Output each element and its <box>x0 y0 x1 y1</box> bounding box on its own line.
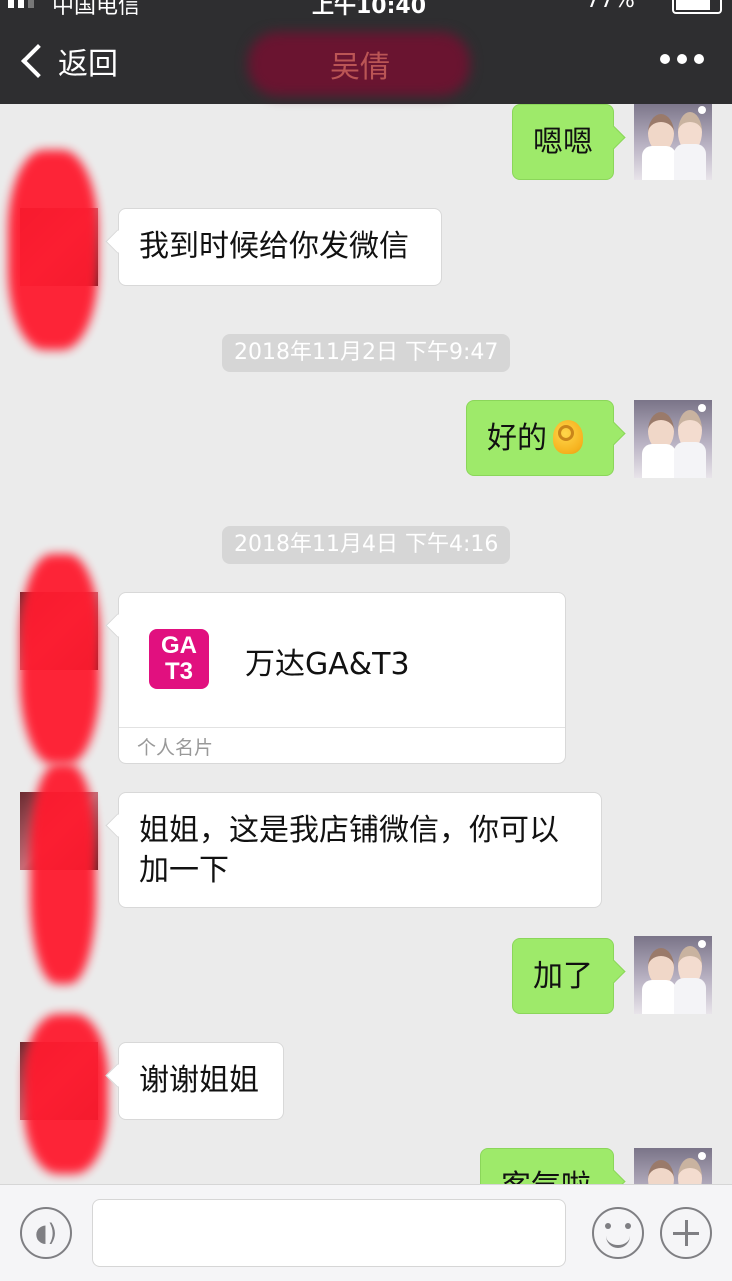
signal-icon <box>8 0 34 8</box>
message-text: 好的 <box>487 421 547 456</box>
ok-hand-emoji-icon <box>553 420 583 454</box>
divider <box>119 727 565 728</box>
card-logo: GA T3 <box>149 629 209 689</box>
emoji-button[interactable] <box>592 1207 644 1259</box>
contact-card-message[interactable]: GA T3 万达GA&T3 个人名片 <box>118 592 566 764</box>
message-text: 客气啦 <box>501 1169 591 1184</box>
redaction-scribble <box>20 554 100 764</box>
redaction-scribble <box>24 1014 108 1174</box>
message-text: 我到时候给你发微信 <box>139 229 409 264</box>
dot-icon <box>677 54 687 64</box>
chevron-left-icon <box>21 44 55 78</box>
status-time: 上午10:40 <box>312 0 427 19</box>
chat-title: 吴倩 <box>330 50 390 85</box>
message-input[interactable] <box>92 1199 566 1267</box>
message-text: 姐姐，这是我店铺微信，你可以加一下 <box>139 813 559 888</box>
battery-icon <box>672 0 722 14</box>
message-bubble-outgoing[interactable]: 客气啦 <box>480 1148 614 1184</box>
card-footer-label: 个人名片 <box>137 737 214 759</box>
more-options-button[interactable] <box>660 54 704 64</box>
card-name: 万达GA&T3 <box>245 647 410 682</box>
dot-icon <box>694 54 704 64</box>
message-bubble-outgoing[interactable]: 加了 <box>512 938 614 1014</box>
voice-input-button[interactable]: ◖) <box>20 1207 72 1259</box>
message-text: 嗯嗯 <box>533 125 593 160</box>
battery-percent: 77% <box>586 0 635 13</box>
timestamp: 2018年11月2日 下午9:47 <box>222 334 511 372</box>
status-bar: 中国电信 上午10:40 77% <box>0 0 732 20</box>
back-label: 返回 <box>58 47 118 82</box>
carrier-label: 中国电信 <box>52 0 141 19</box>
message-bubble-incoming[interactable]: 谢谢姐姐 <box>118 1042 284 1120</box>
timestamp: 2018年11月4日 下午4:16 <box>222 526 511 564</box>
message-text: 加了 <box>533 959 593 994</box>
message-bubble-incoming[interactable]: 我到时候给你发微信 <box>118 208 442 286</box>
more-attachments-button[interactable] <box>660 1207 712 1259</box>
my-avatar[interactable] <box>634 400 712 478</box>
voice-icon: ◖) <box>34 1219 57 1247</box>
message-bubble-incoming[interactable]: 姐姐，这是我店铺微信，你可以加一下 <box>118 792 602 908</box>
dot-icon <box>660 54 670 64</box>
my-avatar[interactable] <box>634 1148 712 1184</box>
message-text: 谢谢姐姐 <box>139 1063 259 1098</box>
message-bubble-outgoing[interactable]: 好的 <box>466 400 614 476</box>
chat-area[interactable]: 嗯嗯 我到时候给你发微信 2018年11月2日 下午9:47 好的 2018年1… <box>0 104 732 1184</box>
back-button[interactable]: 返回 <box>18 38 118 84</box>
my-avatar[interactable] <box>634 104 712 180</box>
message-bubble-outgoing[interactable]: 嗯嗯 <box>512 104 614 180</box>
my-avatar[interactable] <box>634 936 712 1014</box>
redaction-scribble <box>30 764 96 984</box>
redaction-scribble <box>8 150 98 350</box>
input-bar: ◖) <box>0 1184 732 1281</box>
nav-bar: 返回 吴倩 <box>0 20 732 104</box>
